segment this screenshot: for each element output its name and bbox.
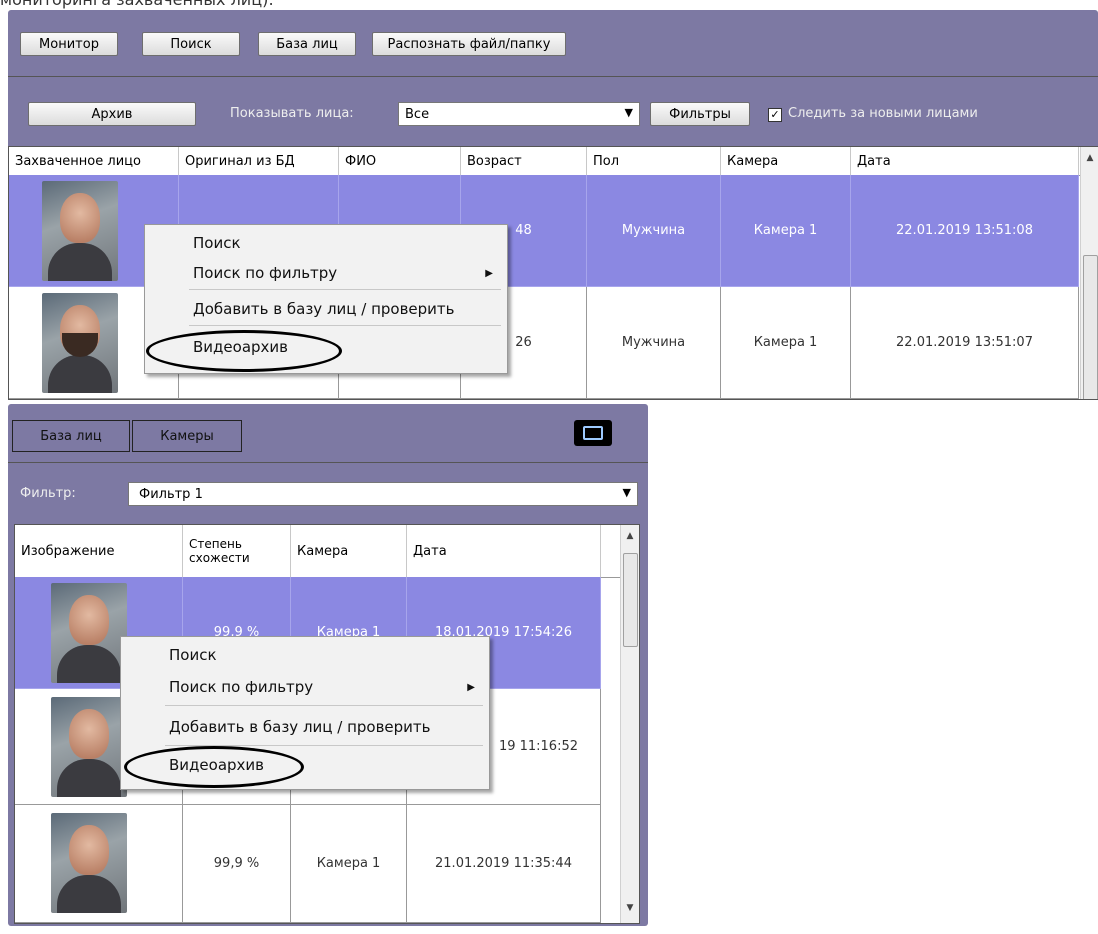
scroll-up-icon[interactable]: ▲: [621, 531, 639, 541]
col-date[interactable]: Дата: [851, 147, 1079, 175]
menu-item-label: Поиск по фильтру: [193, 264, 338, 282]
col-image[interactable]: Изображение: [15, 525, 183, 577]
menu-separator: [189, 289, 501, 290]
camera-cell: Камера 1: [291, 805, 407, 923]
scrollbar-thumb[interactable]: [1083, 255, 1098, 399]
filter-select[interactable]: Фильтр 1 ▼: [128, 482, 638, 506]
scroll-up-icon[interactable]: ▲: [1081, 153, 1098, 163]
highlight-oval: [146, 330, 342, 372]
date-cell: 22.01.2019 13:51:08: [851, 175, 1079, 287]
archive-button[interactable]: Архив: [28, 102, 196, 126]
date-cell: 21.01.2019 11:35:44: [407, 805, 601, 923]
camera-cell: Камера 1: [721, 175, 851, 287]
monitor-button[interactable]: Монитор: [20, 32, 118, 56]
col-camera[interactable]: Камера: [291, 525, 407, 577]
toolbar-divider: [8, 462, 648, 463]
highlight-oval: [124, 746, 304, 788]
image-cell: [15, 805, 183, 923]
table-scrollbar[interactable]: ▲: [1080, 147, 1098, 399]
gender-cell: Мужчина: [587, 175, 721, 287]
col-full-name[interactable]: ФИО: [339, 147, 461, 175]
filter-label: Фильтр:: [20, 486, 76, 501]
table-scrollbar[interactable]: ▲ ▼: [620, 525, 639, 923]
col-captured-face[interactable]: Захваченное лицо: [9, 147, 179, 175]
follow-new-faces-label: Следить за новыми лицами: [788, 106, 978, 121]
col-gender[interactable]: Пол: [587, 147, 721, 175]
menu-item-search[interactable]: Поиск: [145, 229, 507, 257]
face-db-button[interactable]: База лиц: [258, 32, 356, 56]
table-header: Захваченное лицо Оригинал из БД ФИО Возр…: [9, 147, 1098, 176]
menu-item-add-to-db[interactable]: Добавить в базу лиц / проверить: [145, 295, 507, 323]
submenu-arrow-icon: ▶: [467, 681, 475, 693]
follow-new-faces-checkbox[interactable]: ✓: [768, 108, 782, 122]
face-image: [51, 697, 127, 797]
captured-face-image: [42, 293, 118, 393]
similarity-cell: 99,9 %: [183, 805, 291, 923]
gender-cell: Мужчина: [587, 287, 721, 399]
tab-face-db[interactable]: База лиц: [12, 420, 130, 452]
filter-value: Фильтр 1: [139, 486, 203, 502]
col-camera[interactable]: Камера: [721, 147, 851, 175]
col-date[interactable]: Дата: [407, 525, 601, 577]
date-cell: 22.01.2019 13:51:07: [851, 287, 1079, 399]
chevron-down-icon: ▼: [622, 486, 631, 499]
captured-face-image: [42, 181, 118, 281]
filters-button[interactable]: Фильтры: [650, 102, 750, 126]
recognize-file-button[interactable]: Распознать файл/папку: [372, 32, 566, 56]
menu-item-search-by-filter[interactable]: Поиск по фильтру ▶: [121, 673, 489, 701]
scroll-down-icon[interactable]: ▼: [621, 903, 639, 913]
menu-separator: [165, 705, 483, 706]
face-search-panel: База лиц Камеры Фильтр: Фильтр 1 ▼ Изобр…: [8, 404, 648, 926]
col-db-original[interactable]: Оригинал из БД: [179, 147, 339, 175]
printer-icon[interactable]: [574, 420, 612, 446]
show-faces-select[interactable]: Все ▼: [398, 102, 640, 126]
show-faces-value: Все: [405, 106, 430, 122]
chevron-down-icon: ▼: [624, 106, 633, 119]
face-image: [51, 813, 127, 913]
col-age[interactable]: Возраст: [461, 147, 587, 175]
page-caption: мониторинга захваченных лиц):: [0, 0, 274, 9]
search-button[interactable]: Поиск: [142, 32, 240, 56]
scrollbar-thumb[interactable]: [623, 553, 638, 647]
menu-item-search-by-filter[interactable]: Поиск по фильтру ▶: [145, 259, 507, 287]
menu-separator: [189, 325, 501, 326]
col-similarity[interactable]: Степень схожести: [183, 525, 291, 577]
menu-item-label: Поиск по фильтру: [169, 678, 314, 696]
capture-monitor-panel: Монитор Поиск База лиц Распознать файл/п…: [8, 10, 1098, 400]
face-image: [51, 583, 127, 683]
show-faces-label: Показывать лица:: [230, 106, 354, 121]
submenu-arrow-icon: ▶: [485, 267, 493, 279]
table-header: Изображение Степень схожести Камера Дата: [15, 525, 639, 578]
camera-cell: Камера 1: [721, 287, 851, 399]
toolbar-divider: [8, 76, 1098, 77]
menu-item-search[interactable]: Поиск: [121, 641, 489, 669]
menu-item-add-to-db[interactable]: Добавить в базу лиц / проверить: [121, 713, 489, 741]
tab-cameras[interactable]: Камеры: [132, 420, 242, 452]
